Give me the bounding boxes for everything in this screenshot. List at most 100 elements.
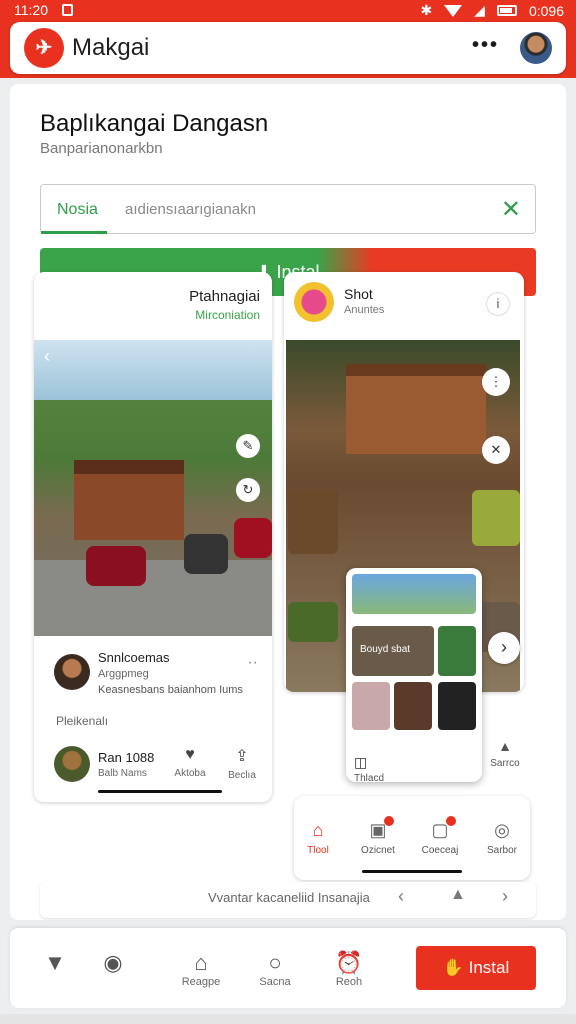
share-action-label: Beclıa (228, 770, 256, 781)
mini-nav-gallery[interactable]: ▣ Ozicnet (350, 816, 406, 856)
battery-icon (496, 5, 517, 16)
bottom-nav-search-label: Sacna (259, 976, 291, 988)
house-icon: ⌂ (194, 950, 208, 975)
feed-card-left[interactable]: Ptahnagiai Mirconiation ‹ ✎ ↻ Snnlcoemas… (34, 272, 272, 802)
motorbike-shape (86, 546, 146, 586)
system-nav-strip (0, 1014, 576, 1024)
back-chevron-icon[interactable]: ‹ (44, 346, 50, 367)
bottom-nav-badge[interactable]: ◉ (88, 950, 138, 976)
popup-action-left-label: Thlacd (354, 773, 385, 782)
chevron-left-icon[interactable]: ‹ (398, 886, 404, 907)
navigate-icon[interactable]: ▲ (450, 886, 466, 904)
bottom-nav-search[interactable]: ○ Sacna (250, 950, 300, 988)
pager-row: Vvantar kacaneliid Insanajia ‹ ▲ › (40, 882, 536, 918)
gallery-tile[interactable]: Bouyd sbat (352, 626, 434, 676)
app-logo-icon[interactable]: ✈ (24, 28, 64, 68)
clear-icon[interactable]: ✕ (501, 195, 521, 224)
search-tab[interactable]: Nosia (41, 185, 107, 234)
more-options-icon[interactable]: ••• (472, 34, 499, 57)
mini-navigation: ⌂ Tlool ▣ Ozicnet ▢ Coeceaj ◎ Sarbor (294, 796, 530, 880)
search-placeholder[interactable]: aıdiensıaarıgianakn (125, 201, 256, 218)
post-author-avatar[interactable] (54, 654, 90, 690)
like-action-label: Aktoba (174, 768, 206, 779)
gallery-tile[interactable] (352, 682, 390, 730)
status-right-text: 0:096 (528, 2, 564, 19)
mini-nav-messages[interactable]: ▢ Coeceaj (412, 816, 468, 856)
mini-nav-explore-label: Sarbor (486, 845, 517, 856)
popup-action-right-label: Sarrco (490, 758, 520, 769)
bottom-navigation: ▼ ◉ ⌂ Reagpe ○ Sacna ⏰ Reoh ✋ Instal (10, 928, 566, 1008)
gallery-tile[interactable] (394, 682, 432, 730)
post-description: Keasnesbans baianhom Iums (98, 684, 243, 696)
card-subtitle: Anuntes (344, 304, 385, 316)
mini-nav-explore[interactable]: ◎ Sarbor (474, 820, 530, 856)
refresh-icon[interactable]: ↻ (236, 478, 260, 502)
status-icons: ✱ ◢ 0:096 (420, 2, 564, 19)
bottom-nav-home-label: Reagpe (181, 976, 221, 988)
page-subtitle: Banparianonarkbn (40, 140, 163, 157)
compass-icon: ◎ (494, 820, 510, 840)
like-action[interactable]: ♥ Aktoba (168, 746, 212, 779)
info-icon[interactable]: i (486, 292, 510, 316)
share-action[interactable]: ⇪ Beclıa (220, 746, 264, 781)
more-vertical-icon[interactable]: ⋮ (482, 368, 510, 396)
next-arrow-icon[interactable]: › (488, 632, 520, 664)
bluetooth-icon: ✱ (420, 2, 433, 18)
motorbike-shape (234, 518, 272, 558)
mini-nav-home[interactable]: ⌂ Tlool (290, 820, 346, 856)
heart-icon: ♥ (185, 746, 195, 763)
post-author-handle: Arggpmeg (98, 668, 149, 680)
status-bar: 11:20 ✱ ◢ 0:096 (0, 0, 576, 22)
channel-avatar[interactable] (294, 282, 334, 322)
status-time: 11:20 (14, 2, 48, 18)
mini-nav-messages-label: Coeceaj (421, 845, 459, 856)
hand-icon: ✋ (442, 958, 464, 977)
thumbnail-left[interactable] (288, 490, 338, 554)
notification-badge (446, 816, 456, 826)
frame-icon: ◫ (354, 754, 368, 770)
gallery-tile[interactable] (438, 626, 476, 676)
home-icon: ⌂ (312, 820, 324, 840)
gallery-tile[interactable] (352, 574, 476, 614)
tile-caption: Bouyd sbat (360, 644, 411, 655)
post-author-name[interactable]: Snnlcoemas (98, 650, 170, 665)
mini-nav-gallery-label: Ozicnet (361, 845, 395, 856)
signal-icon: ◢ (474, 2, 485, 18)
edit-icon[interactable]: ✎ (236, 434, 260, 458)
card-subtitle: Mirconiation (195, 308, 260, 322)
author-avatar[interactable] (54, 746, 90, 782)
thumbnail-left[interactable] (288, 602, 338, 642)
popup-action-left[interactable]: ◫ Thlacd (354, 754, 384, 782)
temple-shape (346, 364, 486, 454)
street-photo[interactable]: ‹ ✎ ↻ (34, 340, 272, 636)
bottom-nav-alarm[interactable]: ⏰ Reoh (324, 950, 374, 988)
search-field[interactable]: Nosia aıdiensıaarıgianakn ✕ (40, 184, 536, 234)
thumbnail-right[interactable] (472, 490, 520, 546)
install-bottom-label: Instal (468, 958, 510, 977)
chevron-right-icon[interactable]: › (502, 886, 508, 907)
medal-icon: ◉ (103, 950, 123, 975)
card-title: Ptahnagiai (189, 288, 260, 305)
road-shape (34, 560, 272, 636)
section-label: Pleikenalı (56, 714, 109, 728)
post-more-icon[interactable]: ·· (247, 654, 258, 672)
bottom-nav-notifications[interactable]: ▼ (30, 950, 80, 976)
house-shape (74, 460, 184, 540)
close-icon[interactable]: ✕ (482, 436, 510, 464)
install-button-bottom[interactable]: ✋ Instal (416, 946, 536, 990)
popup-action-right[interactable]: ▲ Sarrco (488, 738, 522, 769)
bell-icon: ▼ (44, 950, 66, 975)
motorbike-shape (184, 534, 228, 574)
user-avatar[interactable] (520, 32, 552, 64)
author-meta: Balb Nams (98, 768, 147, 779)
gallery-popup: Bouyd sbat ◫ Thlacd (346, 568, 482, 782)
notification-badge (384, 816, 394, 826)
alarm-icon: ⏰ (335, 950, 363, 975)
gallery-tile[interactable] (438, 682, 476, 730)
bottom-nav-home[interactable]: ⌂ Reagpe (176, 950, 226, 988)
share-icon: ⇪ (235, 748, 249, 765)
home-indicator (362, 870, 462, 873)
app-name: Makgai (72, 34, 150, 61)
wifi-icon (444, 4, 463, 17)
author-name[interactable]: Ran 1088 (98, 750, 154, 765)
